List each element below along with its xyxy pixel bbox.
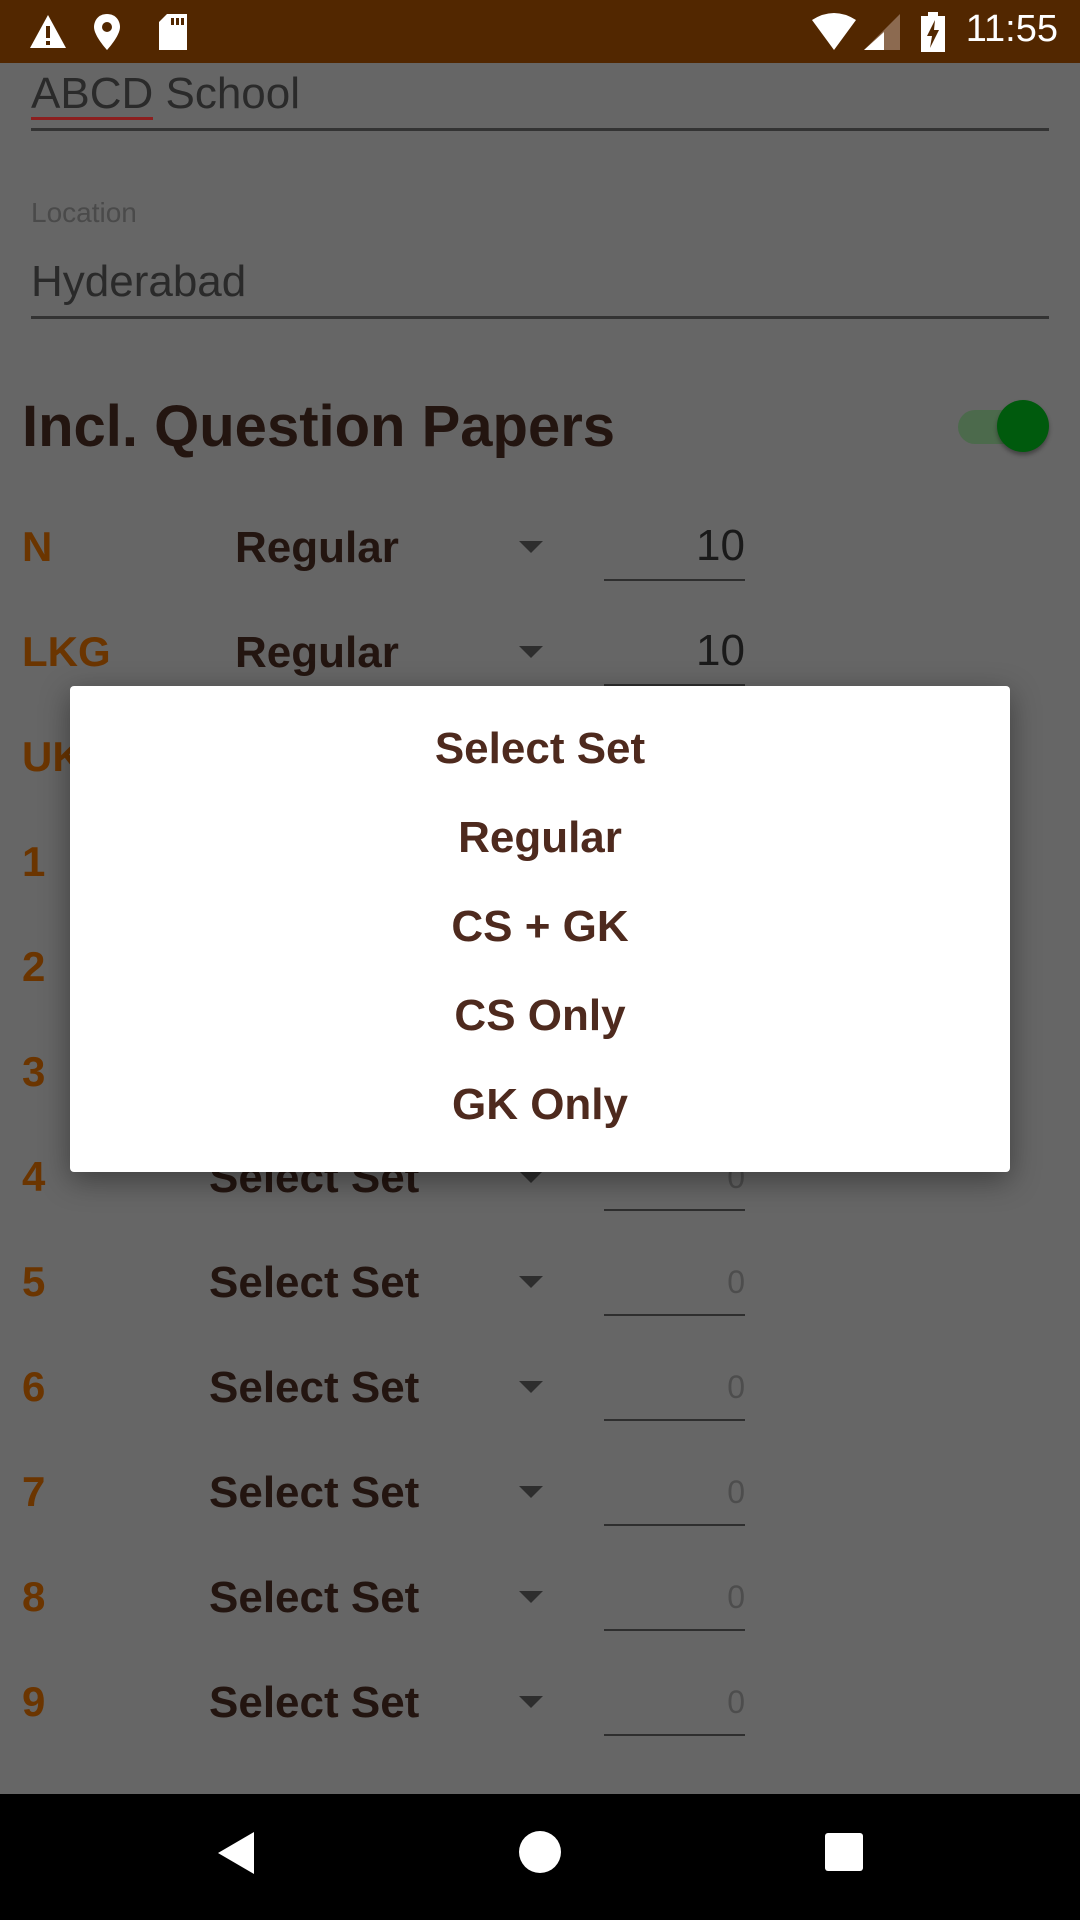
location-input[interactable]: Hyderabad xyxy=(31,257,246,307)
navigation-bar xyxy=(0,1794,1080,1920)
dropdown-arrow-icon[interactable] xyxy=(519,1486,543,1498)
class-row: 9 Select Set 0 xyxy=(0,1678,1080,1749)
set-dropdown[interactable]: Select Set xyxy=(209,1363,419,1413)
class-row: 8 Select Set 0 xyxy=(0,1573,1080,1663)
set-dropdown[interactable]: Select Set xyxy=(209,1678,419,1728)
set-option[interactable]: Select Set xyxy=(70,724,1010,774)
class-label: 8 xyxy=(22,1573,46,1620)
set-dropdown[interactable]: Regular xyxy=(235,523,399,573)
set-dropdown[interactable]: Select Set xyxy=(209,1258,419,1308)
home-icon[interactable] xyxy=(518,1830,562,1874)
set-dropdown[interactable]: Select Set xyxy=(209,1573,419,1623)
battery-charging-icon xyxy=(921,12,945,52)
count-input[interactable]: 0 xyxy=(604,1684,745,1721)
back-icon[interactable] xyxy=(216,1830,256,1876)
section-title: Incl. Question Papers xyxy=(22,394,616,459)
set-option[interactable]: GK Only xyxy=(70,1080,1010,1130)
school-name-underline xyxy=(31,128,1049,131)
count-input[interactable]: 0 xyxy=(604,1369,745,1406)
count-input[interactable]: 0 xyxy=(604,1474,745,1511)
dropdown-arrow-icon[interactable] xyxy=(519,541,543,553)
count-underline xyxy=(604,579,745,581)
wifi-icon xyxy=(812,13,856,50)
class-label: 3 xyxy=(22,1048,46,1095)
count-input[interactable]: 10 xyxy=(604,626,745,676)
count-input[interactable]: 0 xyxy=(604,1264,745,1301)
class-label: N xyxy=(22,523,53,570)
status-bar: 11:55 xyxy=(0,0,1080,63)
dropdown-arrow-icon[interactable] xyxy=(519,1381,543,1393)
set-option[interactable]: CS + GK xyxy=(70,902,1010,952)
count-underline xyxy=(604,1419,745,1421)
sd-card-icon xyxy=(159,14,187,50)
signal-icon xyxy=(864,14,900,50)
class-label: LKG xyxy=(22,628,111,675)
count-underline xyxy=(604,1209,745,1211)
class-label: 1 xyxy=(22,838,46,885)
class-label: 4 xyxy=(22,1153,46,1200)
class-label: 7 xyxy=(22,1468,46,1515)
location-icon xyxy=(94,14,120,50)
count-underline xyxy=(604,1524,745,1526)
dropdown-arrow-icon[interactable] xyxy=(519,1276,543,1288)
class-label: 5 xyxy=(22,1258,46,1305)
count-underline xyxy=(604,1314,745,1316)
toggle-thumb[interactable] xyxy=(997,400,1049,452)
select-set-dialog: Select Set Regular CS + GK CS Only GK Only xyxy=(70,686,1010,1172)
class-row: N Regular 10 xyxy=(0,521,1080,613)
count-input[interactable]: 0 xyxy=(604,1579,745,1616)
set-option[interactable]: Regular xyxy=(70,813,1010,863)
set-dropdown[interactable]: Select Set xyxy=(209,1468,419,1518)
school-name-input[interactable]: ABCD School xyxy=(31,69,300,119)
count-input[interactable]: 10 xyxy=(604,521,745,571)
location-underline xyxy=(31,316,1049,319)
set-dropdown[interactable]: Regular xyxy=(235,628,399,678)
set-option[interactable]: CS Only xyxy=(70,991,1010,1041)
location-label: Location xyxy=(31,197,137,228)
class-label: 2 xyxy=(22,943,46,990)
class-label: 9 xyxy=(22,1678,46,1725)
spellcheck-underline xyxy=(31,117,153,120)
recents-icon[interactable] xyxy=(824,1832,864,1872)
dropdown-arrow-icon[interactable] xyxy=(519,1171,543,1183)
class-row: 6 Select Set 0 xyxy=(0,1363,1080,1453)
clock: 11:55 xyxy=(965,8,1058,50)
class-row: 5 Select Set 0 xyxy=(0,1258,1080,1348)
dropdown-arrow-icon[interactable] xyxy=(519,1591,543,1603)
class-row: 7 Select Set 0 xyxy=(0,1468,1080,1558)
dropdown-arrow-icon[interactable] xyxy=(519,646,543,658)
dropdown-arrow-icon[interactable] xyxy=(519,1696,543,1708)
count-underline xyxy=(604,1734,745,1736)
class-label: 6 xyxy=(22,1363,46,1410)
warning-icon xyxy=(30,15,66,48)
count-underline xyxy=(604,1629,745,1631)
